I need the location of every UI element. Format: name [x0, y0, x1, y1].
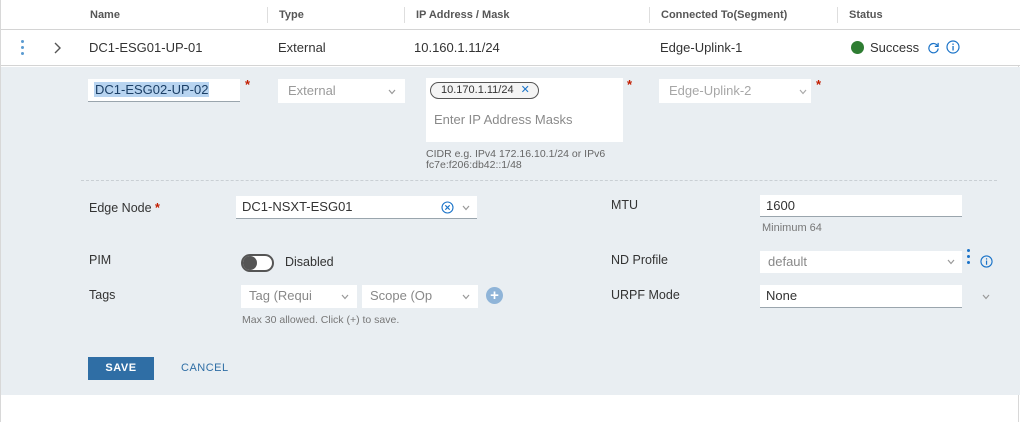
chevron-down-icon: [947, 259, 955, 265]
required-marker: *: [816, 77, 822, 92]
chevron-down-icon: [799, 89, 807, 95]
nd-profile-select[interactable]: default: [760, 251, 962, 273]
scope-placeholder: Scope (Op: [370, 288, 433, 303]
edge-node-label: Edge Node *: [89, 201, 160, 215]
add-tag-button[interactable]: +: [486, 287, 503, 304]
status-text: Success: [870, 40, 920, 55]
edit-interface-panel: DC1-ESG02-UP-02 * External 10.170.1.11/2…: [1, 67, 1020, 395]
edge-node-value: DC1-NSXT-ESG01: [242, 199, 353, 214]
segment-interfaces-table: Name Type IP Address / Mask Connected To…: [0, 0, 1020, 422]
row-type: External: [278, 40, 326, 55]
info-icon[interactable]: [980, 255, 993, 268]
name-input-value: DC1-ESG02-UP-02: [94, 82, 210, 97]
pim-label: PIM: [89, 253, 112, 267]
ip-hint-line2: fc7e:f206:db42::1/48: [426, 159, 522, 171]
segment-select-value: Edge-Uplink-2: [669, 83, 752, 98]
row-ip: 10.160.1.11/24: [414, 40, 500, 55]
refresh-icon[interactable]: [927, 41, 940, 54]
row-status: Success: [851, 30, 960, 66]
segment-select[interactable]: Edge-Uplink-2: [659, 79, 811, 103]
chip-remove-icon[interactable]: ✕: [521, 84, 530, 96]
ip-address-input[interactable]: 10.170.1.11/24 ✕ Enter IP Address Masks: [426, 78, 623, 142]
row-segment: Edge-Uplink-1: [660, 40, 743, 55]
mtu-label: MTU: [611, 198, 639, 212]
edge-node-select[interactable]: DC1-NSXT-ESG01: [236, 196, 477, 219]
column-header-segment[interactable]: Connected To(Segment): [649, 7, 787, 23]
scope-input[interactable]: Scope (Op: [362, 285, 478, 308]
tag-placeholder: Tag (Requi: [249, 288, 312, 303]
ip-placeholder: Enter IP Address Masks: [434, 112, 573, 127]
info-icon[interactable]: [946, 40, 960, 54]
table-row: DC1-ESG01-UP-01 External 10.160.1.11/24 …: [1, 30, 1020, 66]
nd-profile-value: default: [768, 254, 808, 269]
chevron-down-icon: [388, 89, 396, 95]
urpf-value: None: [766, 288, 798, 303]
pim-state: Disabled: [285, 255, 334, 269]
type-select-value: External: [288, 83, 336, 98]
mtu-input[interactable]: 1600: [760, 195, 962, 217]
pim-toggle[interactable]: [241, 254, 274, 272]
urpf-select[interactable]: None: [760, 285, 962, 308]
urpf-label: URPF Mode: [611, 288, 680, 302]
ip-chip-label: 10.170.1.11/24: [441, 84, 514, 96]
type-select[interactable]: External: [278, 79, 405, 103]
mtu-value: 1600: [766, 198, 795, 213]
nd-profile-label: ND Profile: [611, 253, 668, 267]
required-marker: *: [627, 77, 633, 92]
mtu-hint: Minimum 64: [762, 222, 822, 234]
column-header-name[interactable]: Name: [79, 0, 120, 30]
tags-hint: Max 30 allowed. Click (+) to save.: [242, 314, 400, 326]
tag-input[interactable]: Tag (Requi: [241, 285, 357, 308]
kebab-icon[interactable]: [21, 40, 25, 56]
row-name: DC1-ESG01-UP-01: [89, 40, 203, 55]
table-header: Name Type IP Address / Mask Connected To…: [1, 0, 1020, 30]
chevron-down-icon: [462, 205, 470, 211]
cancel-button[interactable]: CANCEL: [181, 357, 229, 380]
tags-label: Tags: [89, 288, 116, 302]
plus-circle-icon: +: [490, 287, 499, 304]
column-header-ip[interactable]: IP Address / Mask: [404, 7, 510, 23]
chevron-down-icon: [341, 294, 349, 300]
clear-icon[interactable]: [441, 201, 454, 214]
save-button[interactable]: SAVE: [88, 357, 154, 380]
chevron-right-icon[interactable]: [52, 42, 62, 54]
chevron-down-icon: [462, 294, 470, 300]
divider: [81, 180, 997, 181]
column-header-status[interactable]: Status: [837, 7, 883, 23]
column-header-type[interactable]: Type: [267, 7, 304, 23]
name-input[interactable]: DC1-ESG02-UP-02: [88, 79, 240, 102]
kebab-icon[interactable]: [967, 249, 971, 264]
ip-chip[interactable]: 10.170.1.11/24 ✕: [430, 82, 539, 99]
chevron-down-icon[interactable]: [982, 294, 990, 300]
required-marker: *: [245, 77, 251, 92]
status-success-icon: [851, 41, 864, 54]
